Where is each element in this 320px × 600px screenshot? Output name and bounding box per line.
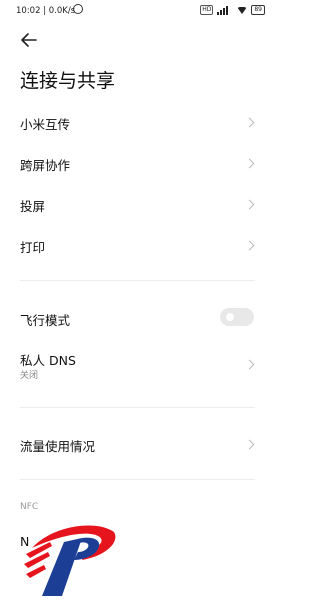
list-item-data-usage[interactable]: 流量使用情况: [0, 429, 275, 463]
back-arrow-icon[interactable]: [18, 30, 40, 50]
list-item-label: 私人 DNS: [20, 353, 76, 368]
status-bar: 10:02 | 0.0K/s HD 89: [0, 0, 275, 22]
list-item-label: 流量使用情况: [20, 439, 96, 454]
divider: [20, 479, 255, 480]
battery-icon: 89: [251, 5, 265, 15]
chevron-right-icon: [244, 240, 255, 251]
list-item-airplane-mode[interactable]: 飞行模式: [0, 302, 275, 336]
page-title: 连接与共享: [20, 70, 116, 92]
chevron-right-icon: [244, 359, 255, 370]
divider: [20, 407, 255, 408]
section-header-nfc: NFC: [20, 502, 39, 512]
list-item-cast[interactable]: 投屏: [0, 188, 275, 222]
list-item-cross-screen[interactable]: 跨屏协作: [0, 147, 275, 181]
divider: [20, 280, 255, 281]
list-item-label: 打印: [20, 240, 46, 255]
alarm-icon: [73, 4, 83, 14]
status-time: 10:02 | 0.0K/s: [16, 6, 76, 16]
list-item-label: 跨屏协作: [20, 158, 71, 173]
wifi-icon: [237, 6, 248, 14]
chevron-right-icon: [244, 439, 255, 450]
chevron-right-icon: [244, 158, 255, 169]
chevron-right-icon: [244, 199, 255, 210]
list-item-sublabel: 关闭: [20, 371, 39, 381]
list-item-private-dns[interactable]: 私人 DNS 关闭: [0, 344, 275, 384]
list-item-label: 投屏: [20, 199, 46, 214]
signal-icon: [217, 5, 233, 15]
list-item-label: 飞行模式: [20, 313, 71, 328]
toggle-knob: [226, 313, 234, 321]
list-item-mi-share[interactable]: 小米互传: [0, 106, 275, 140]
airplane-mode-toggle[interactable]: [220, 308, 254, 326]
chevron-right-icon: [244, 117, 255, 128]
list-item-label: 小米互传: [20, 117, 71, 132]
watermark-logo: [24, 525, 116, 596]
network-type-badge: HD: [200, 5, 214, 15]
list-item-print[interactable]: 打印: [0, 229, 275, 263]
